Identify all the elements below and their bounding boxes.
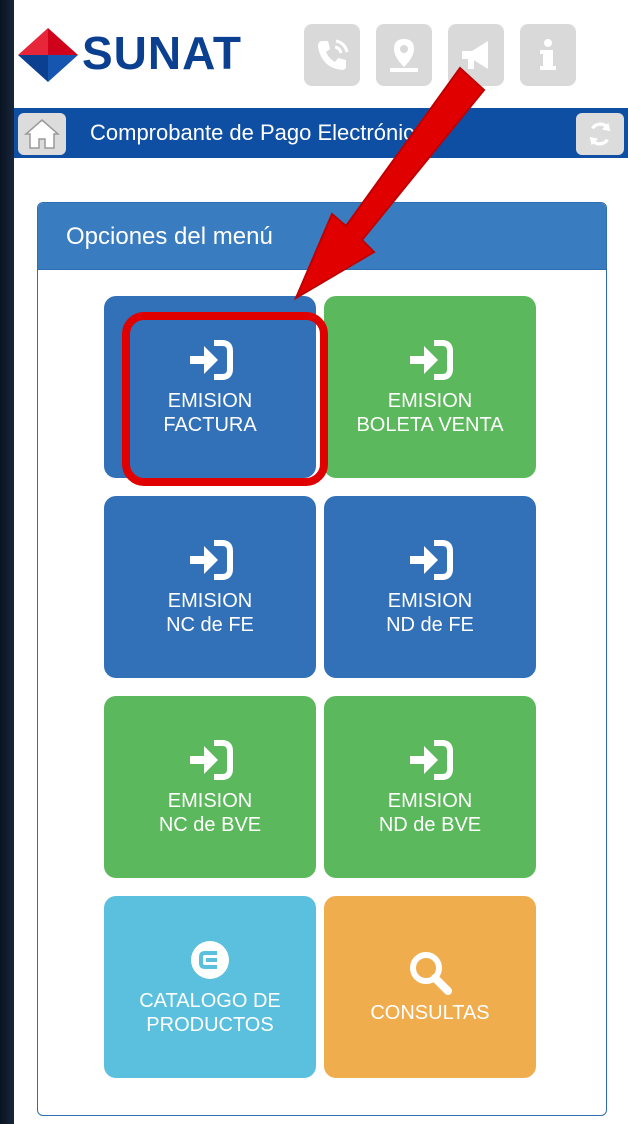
tile-emision-nd-fe[interactable]: EMISION ND de FE <box>324 496 536 678</box>
app-screen: SUNAT Comprobante de Pago Electrónico Op… <box>14 0 628 1124</box>
window-edge <box>0 0 14 1124</box>
tile-label-line1: CONSULTAS <box>370 1002 490 1024</box>
tile-label-line1: CATALOGO DE <box>139 990 281 1012</box>
tile-label-line2: NC de BVE <box>158 814 262 836</box>
menu-title: Opciones del menú <box>66 223 273 250</box>
tile-catalogo-productos[interactable]: CATALOGO DE PRODUCTOS <box>104 896 316 1078</box>
catalog-icon <box>191 941 229 979</box>
refresh-button[interactable] <box>576 113 624 155</box>
home-button[interactable] <box>18 113 66 155</box>
brand-name: SUNAT <box>82 27 243 79</box>
search-icon <box>410 952 452 995</box>
tile-label-line2: BOLETA VENTA <box>356 414 504 436</box>
sign-in-icon <box>190 540 233 580</box>
tile-label-line1: EMISION <box>167 790 253 812</box>
refresh-icon <box>589 122 611 146</box>
tile-label-line1: EMISION <box>387 790 473 812</box>
sign-in-icon <box>190 740 233 780</box>
sign-in-icon <box>410 340 453 380</box>
tile-emision-nc-fe[interactable]: EMISION NC de FE <box>104 496 316 678</box>
sign-in-icon <box>410 740 453 780</box>
tile-label-line2: ND de FE <box>386 614 474 636</box>
tile-emision-boleta-venta[interactable]: EMISION BOLETA VENTA <box>324 296 536 478</box>
sunat-logo-icon <box>18 28 78 82</box>
tile-label-line2: NC de FE <box>166 614 254 636</box>
annotation-arrow-icon <box>293 66 486 301</box>
tile-label-line2: ND de BVE <box>378 814 482 836</box>
tile-label-line1: EMISION <box>387 590 473 612</box>
sunat-logo: SUNAT <box>18 24 298 82</box>
tile-emision-nc-bve[interactable]: EMISION NC de BVE <box>104 696 316 878</box>
annotation-highlight-box <box>122 312 328 486</box>
sign-in-icon <box>410 540 453 580</box>
tile-label-line1: EMISION <box>167 590 253 612</box>
info-icon <box>540 39 556 70</box>
info-button[interactable] <box>520 24 576 86</box>
tile-consultas[interactable]: CONSULTAS <box>324 896 536 1078</box>
tile-label-line2: PRODUCTOS <box>146 1014 274 1036</box>
tile-emision-nd-bve[interactable]: EMISION ND de BVE <box>324 696 536 878</box>
home-icon <box>24 119 60 149</box>
tile-label-line1: EMISION <box>387 390 473 412</box>
